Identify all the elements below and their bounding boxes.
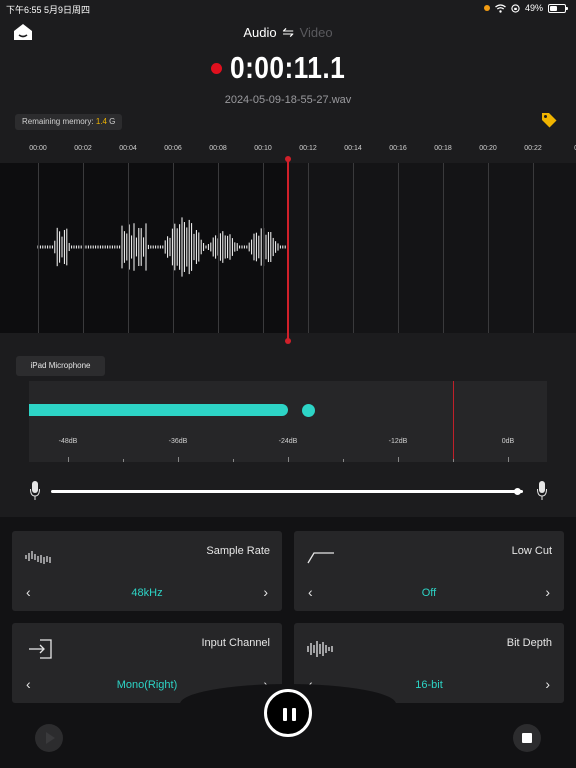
swap-icon[interactable]: ⇋ bbox=[282, 24, 294, 40]
low-cut-filter-icon bbox=[307, 552, 334, 564]
timeline-grid-line bbox=[38, 163, 39, 333]
timeline-grid-line bbox=[398, 163, 399, 333]
battery-icon bbox=[548, 3, 568, 13]
low-cut-card[interactable]: Low Cut ‹ Off › bbox=[294, 531, 564, 611]
timeline-tick-label: 00:10 bbox=[254, 145, 272, 152]
gain-thumb[interactable] bbox=[514, 488, 522, 495]
db-tick bbox=[123, 459, 124, 462]
status-time: 下午6:55 5月9日周四 bbox=[6, 5, 91, 15]
record-indicator-icon bbox=[210, 62, 222, 74]
microphone-low-icon bbox=[30, 481, 40, 500]
playhead-bottom-dot bbox=[285, 338, 291, 344]
timeline-tick-label: 00:12 bbox=[299, 145, 317, 152]
play-icon bbox=[46, 732, 55, 744]
db-tick bbox=[398, 457, 399, 462]
db-scale-label: -48dB bbox=[58, 438, 78, 445]
timeline-tick-label: 00:14 bbox=[344, 145, 362, 152]
timeline-tick-label: 00:02 bbox=[74, 145, 92, 152]
sample-rate-value: 48kHz bbox=[131, 587, 163, 599]
timeline-grid-line bbox=[173, 163, 174, 333]
gain-slider[interactable] bbox=[0, 480, 576, 504]
timeline-grid-line bbox=[83, 163, 84, 333]
timeline-tick-label: 00:22 bbox=[524, 145, 542, 152]
timeline-tick-label: 00:08 bbox=[209, 145, 227, 152]
pause-icon bbox=[292, 708, 296, 721]
stop-icon bbox=[522, 733, 532, 743]
play-button[interactable] bbox=[35, 724, 63, 752]
db-scale-label: 0dB bbox=[501, 438, 515, 445]
timeline-grid-line bbox=[488, 163, 489, 333]
pause-button[interactable] bbox=[264, 689, 312, 737]
timeline-tick-label: 00:00 bbox=[29, 145, 47, 152]
input-arrow-icon bbox=[29, 639, 52, 659]
low-cut-title: Low Cut bbox=[511, 545, 552, 557]
privacy-indicator-icon bbox=[483, 5, 490, 11]
timeline-grid-line bbox=[263, 163, 264, 333]
db-tick bbox=[178, 457, 179, 462]
bit-depth-title: Bit Depth bbox=[506, 637, 552, 649]
db-tick bbox=[68, 457, 69, 462]
status-bar: 下午6:55 5月9日周四 49% bbox=[0, 0, 576, 16]
db-scale-label: -12dB bbox=[388, 438, 408, 445]
elapsed-time: 0:00:11.1 bbox=[229, 50, 345, 85]
db-scale-label: -24dB bbox=[278, 438, 298, 445]
wifi-icon bbox=[495, 3, 506, 13]
playhead[interactable] bbox=[285, 156, 291, 344]
status-icons: 49% bbox=[483, 3, 568, 13]
timeline-tick-label: 00:04 bbox=[119, 145, 137, 152]
mode-video[interactable]: Video bbox=[300, 25, 333, 40]
timeline-grid-line bbox=[128, 163, 129, 333]
timeline-grid-line bbox=[533, 163, 534, 333]
rotation-lock-icon bbox=[511, 3, 520, 13]
recording-timer: 0:00:11.1 bbox=[0, 50, 576, 86]
gain-track[interactable] bbox=[51, 490, 523, 493]
battery-percent: 49% bbox=[524, 3, 543, 13]
db-tick bbox=[508, 457, 509, 462]
db-tick bbox=[288, 457, 289, 462]
sample-rate-title: Sample Rate bbox=[206, 545, 270, 557]
bit-depth-next-button[interactable]: › bbox=[545, 676, 550, 692]
sample-rate-next-button[interactable]: › bbox=[263, 584, 268, 600]
timeline-tick-label: 00:18 bbox=[434, 145, 452, 152]
sample-rate-card[interactable]: Sample Rate ‹ 48kHz › bbox=[12, 531, 282, 611]
timeline-tick-label: 00:20 bbox=[479, 145, 497, 152]
mode-audio[interactable]: Audio bbox=[243, 25, 276, 40]
memory-label: Remaining memory: bbox=[22, 117, 96, 126]
timeline-grid-line bbox=[218, 163, 219, 333]
timeline-tick-label: 00:16 bbox=[389, 145, 407, 152]
memory-unit: G bbox=[106, 117, 116, 126]
db-tick bbox=[343, 459, 344, 462]
microphone-high-icon bbox=[537, 481, 547, 500]
input-channel-title: Input Channel bbox=[201, 637, 271, 649]
timeline-grid-line bbox=[353, 163, 354, 333]
timeline-grid-line bbox=[443, 163, 444, 333]
timeline-tick-label: 00:06 bbox=[164, 145, 182, 152]
audio-bars-icon bbox=[307, 641, 333, 657]
pause-icon bbox=[283, 708, 287, 721]
playhead-top-dot bbox=[285, 156, 291, 162]
waveform-icon bbox=[25, 551, 51, 564]
input-device-label[interactable]: iPad Microphone bbox=[16, 356, 105, 376]
memory-value: 1.4 bbox=[95, 117, 107, 126]
timeline-grid-line bbox=[308, 163, 309, 333]
db-scale-label: -36dB bbox=[168, 438, 188, 445]
low-cut-value: Off bbox=[421, 587, 437, 599]
db-tick bbox=[233, 459, 234, 462]
low-cut-next-button[interactable]: › bbox=[545, 584, 550, 600]
level-meter bbox=[29, 381, 547, 462]
mode-switch[interactable]: Audio ⇋ Video bbox=[0, 24, 576, 41]
file-name: 2024-05-09-18-55-27.wav bbox=[224, 94, 352, 106]
tag-icon[interactable] bbox=[540, 111, 558, 129]
clip-threshold-line bbox=[453, 381, 454, 462]
stop-button[interactable] bbox=[513, 724, 541, 752]
db-tick bbox=[453, 459, 454, 462]
remaining-memory-badge: Remaining memory: 1.4 G bbox=[15, 114, 123, 130]
level-meter-bar bbox=[29, 404, 288, 416]
